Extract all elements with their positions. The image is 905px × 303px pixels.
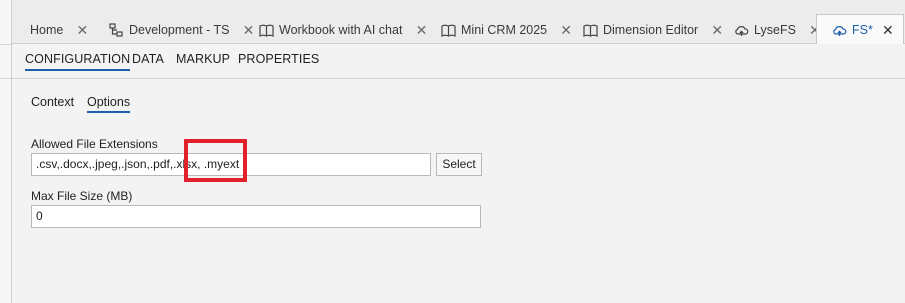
- book-icon: [258, 22, 274, 38]
- left-rail-divider: [0, 44, 11, 45]
- book-icon: [582, 22, 598, 38]
- book-icon: [440, 22, 456, 38]
- tab-label: Development - TS: [129, 23, 230, 37]
- tab-fs[interactable]: FS* ✕: [816, 14, 904, 45]
- cloud-icon: [733, 22, 749, 38]
- tab-mini-crm-2025[interactable]: Mini CRM 2025 ✕: [426, 16, 581, 44]
- allowed-extensions-label: Allowed File Extensions: [31, 137, 158, 151]
- nav-properties[interactable]: PROPERTIES: [238, 52, 319, 66]
- nav-data[interactable]: DATA: [132, 52, 164, 66]
- nav-configuration[interactable]: CONFIGURATION: [25, 52, 131, 71]
- tab-label: LyseFS: [754, 23, 796, 37]
- tab-workbook-ai-chat[interactable]: Workbook with AI chat ✕: [244, 16, 436, 44]
- tab-label: Home: [30, 23, 64, 37]
- cloud-icon: [831, 22, 847, 38]
- close-icon[interactable]: ✕: [75, 22, 89, 39]
- nav-markup[interactable]: MARKUP: [176, 52, 230, 66]
- editor-panel: CONFIGURATION DATA MARKUP PROPERTIES Con…: [12, 44, 905, 303]
- select-button[interactable]: Select: [436, 153, 482, 176]
- tab-context[interactable]: Context: [31, 95, 74, 109]
- left-rail-divider: [0, 78, 11, 79]
- tab-label: Mini CRM 2025: [461, 23, 548, 37]
- tab-home[interactable]: Home ✕: [16, 16, 97, 44]
- tab-development-ts[interactable]: Development - TS ✕: [94, 16, 264, 44]
- tab-options[interactable]: Options: [87, 95, 131, 113]
- tab-dimension-editor[interactable]: Dimension Editor ✕: [568, 16, 732, 44]
- tab-label: FS*: [852, 23, 873, 37]
- tab-label: Workbook with AI chat: [279, 23, 403, 37]
- left-panel-edge: [0, 0, 12, 303]
- close-icon[interactable]: ✕: [881, 22, 895, 39]
- max-file-size-label: Max File Size (MB): [31, 189, 133, 203]
- hierarchy-icon: [108, 22, 124, 38]
- section-nav: CONFIGURATION DATA MARKUP PROPERTIES: [12, 44, 905, 79]
- tab-label: Dimension Editor: [603, 23, 699, 37]
- tab-lysefs[interactable]: LyseFS ✕: [719, 16, 830, 44]
- allowed-extensions-input[interactable]: .csv,.docx,.jpeg,.json,.pdf,.xlsx, .myex…: [31, 153, 431, 176]
- max-file-size-input[interactable]: 0: [31, 205, 481, 228]
- document-tab-bar: Home ✕ Development - TS ✕ Workbook with …: [12, 0, 905, 45]
